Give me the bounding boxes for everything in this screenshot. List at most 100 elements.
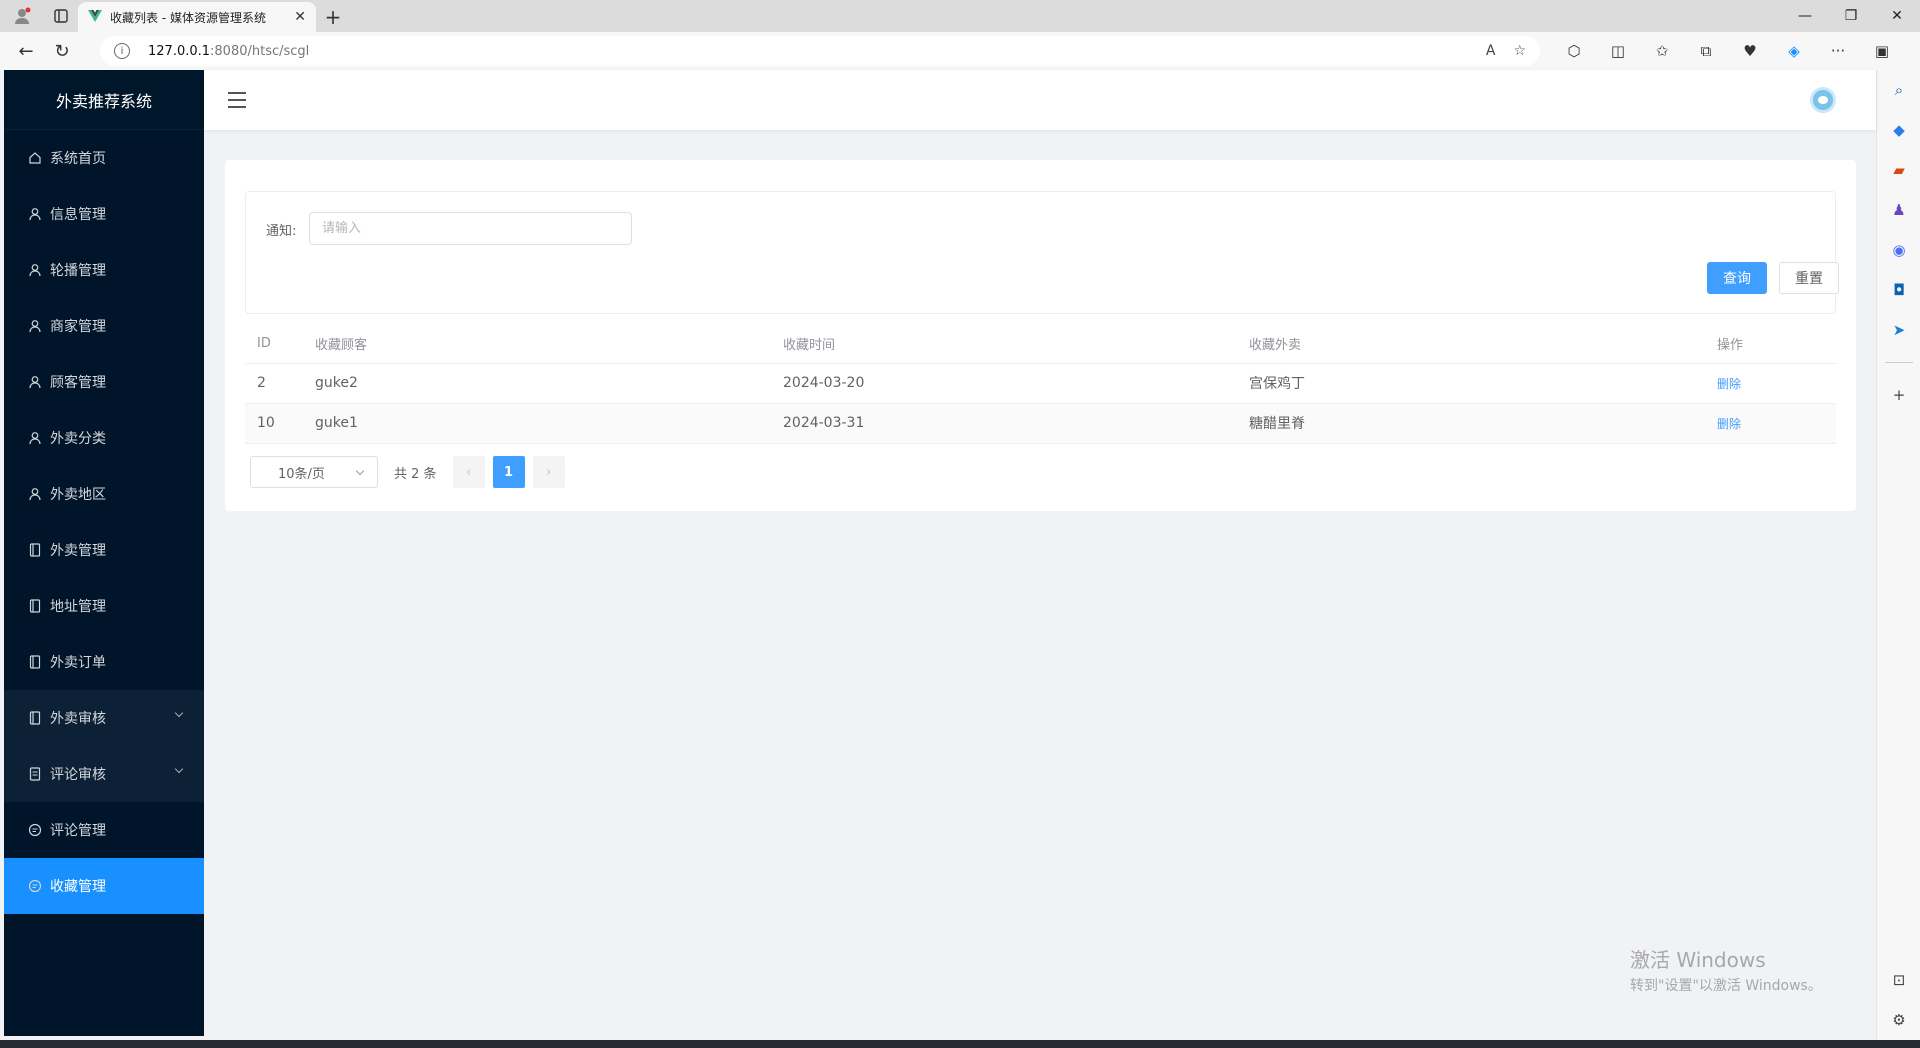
browser-tab[interactable]: 收藏列表 - 媒体资源管理系统 ✕ bbox=[78, 2, 316, 32]
table-row: 2 guke2 2024-03-20 宫保鸡丁 删除 bbox=[245, 363, 1836, 404]
column-header-id: ID bbox=[245, 325, 315, 364]
sidebar-item[interactable]: 地址管理 bbox=[4, 578, 204, 634]
close-tab-icon[interactable]: ✕ bbox=[294, 9, 306, 25]
profile-icon[interactable] bbox=[0, 0, 44, 32]
sidebar-item[interactable]: 外卖审核 bbox=[4, 690, 204, 746]
column-header-time: 收藏时间 bbox=[783, 325, 1249, 364]
url-path: :8080/htsc/scgl bbox=[210, 43, 310, 59]
browser-tab-bar: 收藏列表 - 媒体资源管理系统 ✕ + — ❐ ✕ bbox=[0, 0, 1920, 32]
document-icon bbox=[28, 767, 42, 781]
toolbox-icon[interactable]: ▰ bbox=[1877, 150, 1920, 190]
next-page-button[interactable]: › bbox=[532, 456, 565, 488]
sidebar-item-label: 外卖管理 bbox=[50, 543, 106, 559]
user-icon bbox=[28, 207, 42, 221]
back-button[interactable]: ← bbox=[8, 36, 44, 66]
sidebar-item[interactable]: 外卖管理 bbox=[4, 522, 204, 578]
sidebar-item[interactable]: 收藏管理 bbox=[4, 858, 204, 914]
delete-button[interactable]: 删除 bbox=[1717, 417, 1741, 431]
sidebar-item[interactable]: 外卖分类 bbox=[4, 410, 204, 466]
prev-page-button[interactable]: ‹ bbox=[452, 456, 485, 488]
sidebar-item[interactable]: 商家管理 bbox=[4, 298, 204, 354]
tag-icon[interactable]: ◆ bbox=[1877, 110, 1920, 150]
cell-id: 10 bbox=[245, 403, 315, 444]
tablet-icon bbox=[28, 655, 42, 669]
delete-button[interactable]: 删除 bbox=[1717, 377, 1741, 391]
more-icon[interactable]: ··· bbox=[1816, 36, 1860, 66]
cell-id: 2 bbox=[245, 363, 315, 404]
favorite-star-icon[interactable]: ☆ bbox=[1513, 43, 1526, 59]
info-icon[interactable]: i bbox=[114, 43, 130, 59]
cell-customer: guke2 bbox=[315, 363, 783, 404]
refresh-button[interactable]: ↻ bbox=[44, 36, 80, 66]
sidebar-item[interactable]: 评论管理 bbox=[4, 802, 204, 858]
restore-button[interactable]: ❐ bbox=[1828, 0, 1874, 32]
app-logo: 外卖推荐系统 bbox=[4, 70, 204, 130]
taskbar bbox=[0, 1040, 1920, 1048]
edge-extension-icon[interactable]: ◈ bbox=[1772, 36, 1816, 66]
user-icon bbox=[28, 263, 42, 277]
content-card: 通知: 查询 重置 ID 收藏顾客 收藏时间 收藏外卖 操作 2 guke2 2… bbox=[225, 160, 1856, 511]
outlook-icon[interactable]: ◘ bbox=[1877, 270, 1920, 310]
tab-title: 收藏列表 - 媒体资源管理系统 bbox=[110, 10, 266, 25]
sidebar-item-label: 评论管理 bbox=[50, 823, 106, 839]
vue-logo-icon bbox=[88, 9, 102, 25]
favorites-icon[interactable]: ✩ bbox=[1640, 36, 1684, 66]
page-size-select[interactable]: 10条/页 bbox=[250, 456, 378, 488]
performance-icon[interactable]: ♥ bbox=[1728, 36, 1772, 66]
sidebar-item[interactable]: 轮播管理 bbox=[4, 242, 204, 298]
cell-customer: guke1 bbox=[315, 403, 783, 444]
split-screen-icon[interactable]: ◫ bbox=[1596, 36, 1640, 66]
column-header-customer: 收藏顾客 bbox=[315, 325, 783, 364]
chevron-down-icon bbox=[174, 764, 184, 774]
cell-time: 2024-03-31 bbox=[783, 403, 1249, 444]
sidebar-item-label: 商家管理 bbox=[50, 319, 106, 335]
reset-button[interactable]: 重置 bbox=[1779, 262, 1839, 294]
avatar[interactable] bbox=[1810, 87, 1836, 113]
minimize-button[interactable]: — bbox=[1782, 0, 1828, 32]
sidebar-item-label: 系统首页 bbox=[50, 151, 106, 167]
extensions-icon[interactable]: ⬡ bbox=[1552, 36, 1596, 66]
read-aloud-icon[interactable]: A bbox=[1486, 43, 1496, 59]
sidebar-item[interactable]: 评论审核 bbox=[4, 746, 204, 802]
search-panel: 通知: 查询 重置 bbox=[245, 191, 1839, 314]
url-field[interactable]: i 127.0.0.1:8080/htsc/scgl A ☆ bbox=[100, 36, 1540, 66]
edge-side-panel: ⌕ ◆ ▰ ♟ ◉ ◘ ➤ + ⊡ ⚙ bbox=[1876, 70, 1920, 1040]
divider bbox=[1884, 362, 1913, 363]
user-icon bbox=[28, 375, 42, 389]
query-button[interactable]: 查询 bbox=[1707, 262, 1767, 294]
sidebar-item-label: 外卖地区 bbox=[50, 487, 106, 503]
chevron-down-icon bbox=[174, 708, 184, 718]
screenshot-icon[interactable]: ⊡ bbox=[1877, 960, 1920, 1000]
send-icon[interactable]: ➤ bbox=[1877, 310, 1920, 350]
new-tab-button[interactable]: + bbox=[316, 2, 350, 32]
sidebar-item[interactable]: 信息管理 bbox=[4, 186, 204, 242]
table-row: 10 guke1 2024-03-31 糖醋里脊 删除 bbox=[245, 403, 1836, 444]
total-count: 共 2 条 bbox=[394, 466, 437, 482]
search-icon[interactable]: ⌕ bbox=[1877, 70, 1920, 110]
page-size-value: 10条/页 bbox=[278, 466, 325, 482]
copilot-icon[interactable]: ◉ bbox=[1877, 230, 1920, 270]
url-host: 127.0.0.1 bbox=[148, 43, 211, 59]
sidebar-item[interactable]: 顾客管理 bbox=[4, 354, 204, 410]
sidebar-item-label: 轮播管理 bbox=[50, 263, 106, 279]
sidebar-item[interactable]: 系统首页 bbox=[4, 130, 204, 186]
close-window-button[interactable]: ✕ bbox=[1874, 0, 1920, 32]
table-header-row: ID 收藏顾客 收藏时间 收藏外卖 操作 bbox=[245, 325, 1836, 364]
home-icon bbox=[28, 151, 42, 165]
chess-icon[interactable]: ♟ bbox=[1877, 190, 1920, 230]
sidebar-item[interactable]: 外卖地区 bbox=[4, 466, 204, 522]
settings-icon[interactable]: ⚙ bbox=[1877, 1000, 1920, 1040]
column-header-food: 收藏外卖 bbox=[1249, 325, 1717, 364]
workspaces-icon[interactable] bbox=[44, 0, 78, 32]
user-icon bbox=[28, 319, 42, 333]
collections-icon[interactable]: ⧉ bbox=[1684, 36, 1728, 66]
hamburger-menu-icon[interactable] bbox=[228, 92, 246, 108]
page-number-current[interactable]: 1 bbox=[492, 456, 525, 488]
favorites-table: ID 收藏顾客 收藏时间 收藏外卖 操作 2 guke2 2024-03-20 … bbox=[245, 325, 1836, 444]
search-input[interactable] bbox=[309, 212, 632, 245]
sidebar-toggle-icon[interactable]: ▣ bbox=[1860, 36, 1904, 66]
add-icon[interactable]: + bbox=[1877, 375, 1920, 415]
sidebar-item-label: 评论审核 bbox=[50, 767, 106, 783]
sidebar-item[interactable]: 外卖订单 bbox=[4, 634, 204, 690]
sidebar: 外卖推荐系统 系统首页信息管理轮播管理商家管理顾客管理 外卖分类外卖地区外卖管理地… bbox=[4, 70, 204, 1036]
